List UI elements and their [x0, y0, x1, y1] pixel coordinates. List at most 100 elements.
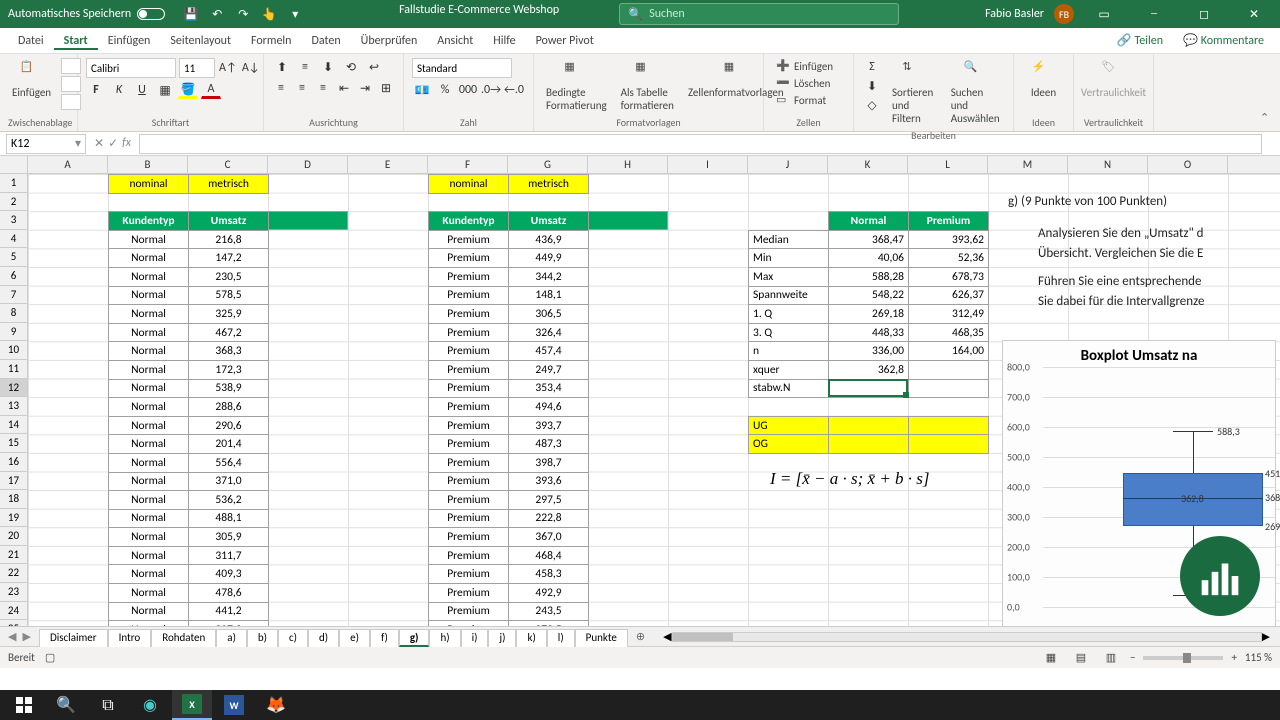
column-header-F[interactable]: F	[428, 156, 508, 173]
user-name[interactable]: Fabio Basler	[985, 7, 1044, 21]
zoom-in-icon[interactable]: +	[1231, 651, 1236, 664]
sheet-tab-h[interactable]: h)	[429, 629, 460, 647]
sheet-tab-g[interactable]: g)	[399, 629, 430, 647]
qat-more-icon[interactable]: ▾	[287, 6, 303, 22]
column-header-O[interactable]: O	[1148, 156, 1228, 173]
row-header-8[interactable]: 8	[0, 304, 27, 323]
column-header-H[interactable]: H	[588, 156, 668, 173]
sheet-tab-a[interactable]: a)	[216, 629, 247, 647]
merge-icon[interactable]: ⊞	[377, 79, 395, 97]
column-header-K[interactable]: K	[828, 156, 908, 173]
column-header-C[interactable]: C	[188, 156, 268, 173]
ribbon-tab-power pivot[interactable]: Power Pivot	[526, 34, 604, 48]
taskview-icon[interactable]: ⧉	[88, 690, 128, 720]
row-header-1[interactable]: 1	[0, 174, 27, 193]
cancel-formula-icon[interactable]: ✕	[94, 136, 104, 151]
clear-icon[interactable]: ◇	[862, 96, 882, 114]
sheet-tab-i[interactable]: i)	[461, 629, 489, 647]
sheet-tab-j[interactable]: j)	[488, 629, 516, 647]
align-bottom-icon[interactable]: ⬇	[318, 58, 338, 76]
row-header-23[interactable]: 23	[0, 583, 27, 602]
column-header-G[interactable]: G	[508, 156, 588, 173]
column-header-A[interactable]: A	[28, 156, 108, 173]
autosave-toggle[interactable]: Automatisches Speichern	[0, 7, 173, 21]
tab-prev-icon[interactable]: ◀	[8, 630, 16, 643]
align-left-icon[interactable]: ≡	[272, 79, 290, 97]
save-icon[interactable]: 💾	[183, 6, 199, 22]
app1-icon[interactable]: ◉	[130, 690, 170, 720]
sheet-tab-k[interactable]: k)	[516, 629, 546, 647]
row-header-25[interactable]: 25	[0, 620, 27, 626]
align-right-icon[interactable]: ≡	[314, 79, 332, 97]
ribbon-tab-formeln[interactable]: Formeln	[241, 34, 301, 48]
fill-color-icon[interactable]: 🪣	[178, 81, 198, 99]
maximize-icon[interactable]: ◻	[1184, 0, 1224, 28]
column-header-M[interactable]: M	[988, 156, 1068, 173]
confirm-formula-icon[interactable]: ✓	[108, 136, 118, 151]
sheet-tab-c[interactable]: c)	[278, 629, 308, 647]
row-header-16[interactable]: 16	[0, 453, 27, 472]
paste-button[interactable]: 📋 Einfügen	[8, 58, 55, 101]
row-header-12[interactable]: 12	[0, 379, 27, 398]
wrap-text-icon[interactable]: ↩	[364, 58, 384, 76]
row-header-6[interactable]: 6	[0, 267, 27, 286]
collapse-ribbon-icon[interactable]: ⌃	[1260, 111, 1276, 127]
select-all-corner[interactable]	[0, 156, 28, 173]
ribbon-options-icon[interactable]: ▭	[1084, 0, 1124, 28]
column-header-D[interactable]: D	[268, 156, 348, 173]
ideas-button[interactable]: ⚡Ideen	[1022, 58, 1065, 101]
start-button[interactable]	[4, 690, 44, 720]
column-header-J[interactable]: J	[748, 156, 828, 173]
conditional-formatting-button[interactable]: ▦Bedingte Formatierung	[542, 58, 611, 114]
row-header-7[interactable]: 7	[0, 286, 27, 305]
ribbon-tab-seitenlayout[interactable]: Seitenlayout	[160, 34, 241, 48]
sheet-tab-Punkte[interactable]: Punkte	[575, 629, 628, 647]
row-header-13[interactable]: 13	[0, 397, 27, 416]
row-header-4[interactable]: 4	[0, 230, 27, 249]
spreadsheet-grid[interactable]: ABCDEFGHIJKLMNO 123456789101112131415161…	[0, 156, 1280, 626]
view-layout-icon[interactable]: ▤	[1070, 649, 1092, 667]
formula-bar[interactable]	[139, 134, 1262, 154]
comments-button[interactable]: 💬 Kommentare	[1175, 30, 1272, 52]
row-header-10[interactable]: 10	[0, 341, 27, 360]
firefox-taskbar-icon[interactable]: 🦊	[256, 690, 296, 720]
bold-icon[interactable]: F	[86, 81, 106, 99]
row-header-19[interactable]: 19	[0, 509, 27, 528]
row-header-24[interactable]: 24	[0, 602, 27, 621]
ribbon-tab-start[interactable]: Start	[54, 34, 98, 50]
sheet-tab-Rohdaten[interactable]: Rohdaten	[151, 629, 216, 647]
cells-delete-button[interactable]: ➖Löschen	[772, 75, 845, 91]
view-break-icon[interactable]: ▥	[1100, 649, 1122, 667]
fx-icon[interactable]: fx	[122, 136, 131, 151]
view-normal-icon[interactable]: ▦	[1040, 649, 1062, 667]
orientation-icon[interactable]: ⟲	[341, 58, 361, 76]
row-header-17[interactable]: 17	[0, 472, 27, 491]
row-header-15[interactable]: 15	[0, 434, 27, 453]
inc-decimal-icon[interactable]: .0→	[481, 81, 501, 99]
ribbon-tab-datei[interactable]: Datei	[8, 34, 54, 48]
sheet-tab-l[interactable]: l)	[547, 629, 575, 647]
currency-icon[interactable]: 💶	[412, 81, 432, 99]
row-header-14[interactable]: 14	[0, 416, 27, 435]
align-top-icon[interactable]: ⬆	[272, 58, 292, 76]
search-taskbar-icon[interactable]: 🔍	[46, 690, 86, 720]
share-button[interactable]: 🔗 Teilen	[1109, 30, 1171, 52]
sheet-tab-f[interactable]: f)	[370, 629, 399, 647]
excel-taskbar-icon[interactable]: X	[172, 690, 212, 720]
fill-icon[interactable]: ⬇	[862, 77, 882, 95]
sort-filter-button[interactable]: ⇅Sortieren und Filtern	[888, 58, 941, 127]
sheet-tab-Intro[interactable]: Intro	[108, 629, 152, 647]
align-center-icon[interactable]: ≡	[293, 79, 311, 97]
row-header-2[interactable]: 2	[0, 193, 27, 212]
increase-font-icon[interactable]: A↑	[218, 59, 238, 77]
column-header-N[interactable]: N	[1068, 156, 1148, 173]
name-box[interactable]: K12▾	[6, 134, 86, 154]
find-select-button[interactable]: 🔍Suchen und Auswählen	[947, 58, 1005, 127]
minimize-icon[interactable]: ─	[1134, 0, 1174, 28]
row-header-9[interactable]: 9	[0, 323, 27, 342]
column-header-I[interactable]: I	[668, 156, 748, 173]
row-header-5[interactable]: 5	[0, 248, 27, 267]
underline-icon[interactable]: U	[132, 81, 152, 99]
zoom-slider[interactable]	[1143, 656, 1223, 660]
ribbon-tab-hilfe[interactable]: Hilfe	[483, 34, 525, 48]
